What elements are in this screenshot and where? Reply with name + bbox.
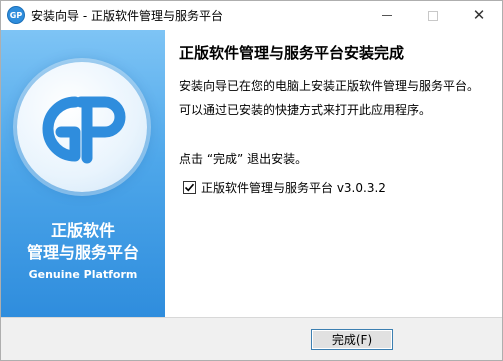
close-icon: ✕ bbox=[472, 6, 486, 24]
content-panel: 正版软件管理与服务平台安装完成 安装向导已在您的电脑上安装正版软件管理与服务平台… bbox=[165, 30, 502, 317]
banner-title-line1: 正版软件 bbox=[50, 221, 115, 240]
info-line-finish: 点击 “完成” 退出安装。 bbox=[179, 152, 308, 166]
window-title: 安装向导 - 正版软件管理与服务平台 bbox=[31, 9, 223, 23]
minimize-button[interactable] bbox=[364, 1, 410, 30]
close-button[interactable]: ✕ bbox=[456, 1, 502, 30]
launch-checkbox-row[interactable]: 正版软件管理与服务平台 v3.0.3.2 bbox=[183, 179, 386, 196]
gp-logo-icon bbox=[42, 96, 126, 164]
launch-checkbox-label[interactable]: 正版软件管理与服务平台 v3.0.3.2 bbox=[201, 179, 386, 196]
minimize-icon bbox=[382, 15, 392, 16]
launch-checkbox[interactable] bbox=[183, 181, 196, 194]
banner-title-line2: 管理与服务平台 bbox=[26, 243, 139, 262]
info-line-installed: 安装向导已在您的电脑上安装正版软件管理与服务平台。 bbox=[179, 79, 480, 93]
title-bar[interactable]: GP 安装向导 - 正版软件管理与服务平台 ✕ bbox=[1, 1, 502, 30]
footer-bar: 完成(F) bbox=[1, 318, 502, 360]
info-line-shortcut: 可以通过已安装的快捷方式来打开此应用程序。 bbox=[179, 103, 432, 117]
banner-subtitle: Genuine Platform bbox=[28, 268, 138, 281]
maximize-icon bbox=[428, 10, 438, 21]
maximize-button[interactable] bbox=[410, 1, 456, 30]
app-icon: GP bbox=[7, 6, 25, 24]
page-heading: 正版软件管理与服务平台安装完成 bbox=[179, 44, 405, 62]
side-banner: 正版软件 管理与服务平台 Genuine Platform bbox=[1, 30, 165, 317]
finish-button[interactable]: 完成(F) bbox=[311, 329, 393, 350]
installer-window: GP 安装向导 - 正版软件管理与服务平台 ✕ 正版软件 管理与服务平台 Gen… bbox=[0, 0, 503, 361]
checkmark-icon bbox=[184, 183, 195, 192]
